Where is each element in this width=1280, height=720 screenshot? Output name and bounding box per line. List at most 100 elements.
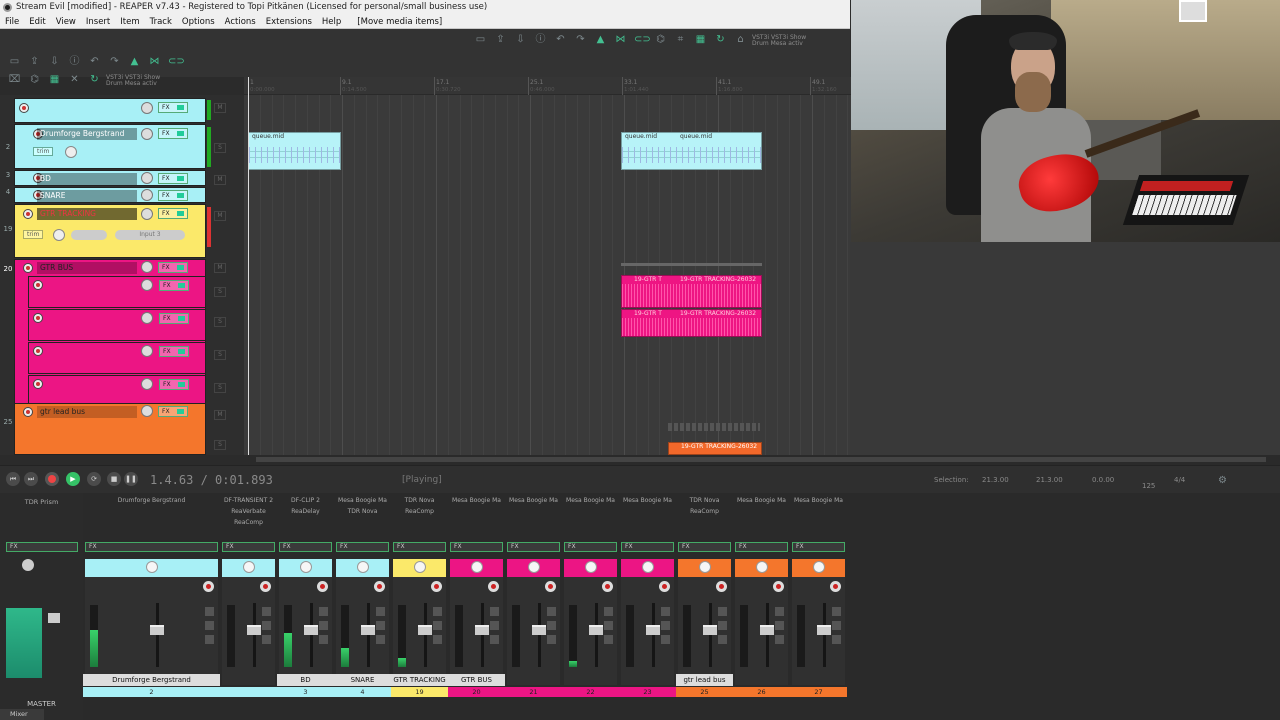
fx-chain-list[interactable]: Mesa Boogie Ma	[619, 495, 676, 506]
midi-item[interactable]: queue.mid	[248, 132, 341, 170]
volume-fader[interactable]	[702, 625, 717, 635]
rate-gear-icon[interactable]: ⚙	[1216, 474, 1229, 487]
loop-icon[interactable]: ↻	[88, 73, 101, 86]
loop-icon-2[interactable]: ↻	[714, 33, 727, 46]
mute-button[interactable]	[775, 607, 784, 616]
phase-button[interactable]	[547, 635, 556, 644]
record-arm-button[interactable]	[23, 407, 33, 417]
crossfade-icon[interactable]: ✕	[68, 73, 81, 86]
fx-button[interactable]: FX	[507, 542, 560, 552]
pan-knob[interactable]	[65, 146, 77, 158]
strip-name[interactable]: Drumforge Bergstrand	[83, 674, 220, 686]
pause-button[interactable]: ❚❚	[124, 472, 138, 486]
pan-knob[interactable]	[242, 561, 255, 573]
volume-knob[interactable]	[141, 208, 153, 220]
fx-button[interactable]: FX	[621, 542, 674, 552]
fx-name[interactable]: TDR Nova	[676, 495, 733, 506]
record-arm-button[interactable]	[23, 209, 33, 219]
pan-knob[interactable]	[755, 561, 768, 573]
fx-button[interactable]: FX	[159, 346, 189, 357]
mixer-tab[interactable]: Mixer	[0, 709, 44, 720]
menu-actions[interactable]: Actions	[220, 15, 261, 28]
record-arm-button[interactable]	[33, 313, 43, 323]
mute-button[interactable]: M	[214, 103, 226, 113]
master-pan-knob[interactable]	[22, 559, 34, 571]
mute-button[interactable]	[490, 607, 499, 616]
record-arm-button[interactable]	[488, 581, 499, 592]
volume-fader[interactable]	[417, 625, 432, 635]
phase-button[interactable]	[718, 635, 727, 644]
stop-button[interactable]: ■	[107, 472, 121, 486]
horizontal-scrollbar[interactable]	[250, 455, 1280, 465]
fx-button[interactable]: FX	[158, 173, 188, 184]
volume-fader[interactable]	[531, 625, 546, 635]
fx-button[interactable]: FX	[158, 208, 188, 219]
phase-button[interactable]	[205, 635, 214, 644]
crossfade-icon-2[interactable]: ⌗	[674, 33, 687, 46]
strip-name[interactable]: GTR TRACKING	[391, 674, 448, 686]
strip-name[interactable]	[790, 674, 847, 686]
record-arm-button[interactable]	[773, 581, 784, 592]
volume-fader[interactable]	[360, 625, 375, 635]
trim-button[interactable]: trim	[33, 147, 54, 156]
record-arm-button[interactable]	[260, 581, 271, 592]
volume-knob[interactable]	[141, 172, 153, 184]
volume-knob[interactable]	[141, 261, 153, 273]
fx-chain-list[interactable]: Mesa Boogie Ma	[733, 495, 790, 506]
record-arm-button[interactable]	[602, 581, 613, 592]
record-arm-button[interactable]	[374, 581, 385, 592]
strip-name[interactable]: SNARE	[334, 674, 391, 686]
record-arm-button[interactable]	[431, 581, 442, 592]
track-22[interactable]: FX	[28, 309, 206, 341]
fx-button[interactable]: FX	[564, 542, 617, 552]
repeat-button[interactable]: ⟳	[87, 472, 101, 486]
redo-icon[interactable]: ↷	[108, 55, 121, 68]
mute-button[interactable]	[205, 607, 214, 616]
time-display[interactable]: 1.4.63 / 0:01.893	[150, 473, 273, 487]
solo-button[interactable]	[547, 621, 556, 630]
volume-fader[interactable]	[645, 625, 660, 635]
bpm-field[interactable]: 125	[1142, 482, 1155, 490]
record-arm-button[interactable]	[830, 581, 841, 592]
vst-shortcut-label-4[interactable]: Drum Mesa activ	[752, 40, 803, 48]
record-arm-button[interactable]	[203, 581, 214, 592]
mute-button[interactable]	[376, 607, 385, 616]
fx-chain-list[interactable]: DF-CLIP 2 ReaDelay	[277, 495, 334, 517]
ripple-edit-icon[interactable]: ⋈	[148, 55, 161, 68]
track-23[interactable]: FX	[28, 342, 206, 374]
pan-knob[interactable]	[812, 561, 825, 573]
volume-knob[interactable]	[141, 128, 153, 140]
track-name[interactable]: BD	[37, 173, 137, 185]
fx-button[interactable]: FX	[158, 406, 188, 417]
track-name[interactable]: SNARE	[37, 190, 137, 202]
audio-item[interactable]: 19-GTR T 19-GTR TRACKING-26032	[621, 275, 762, 308]
pan-knob[interactable]	[698, 561, 711, 573]
fx-name[interactable]: Mesa Boogie Ma	[619, 495, 676, 506]
mute-button[interactable]: M	[214, 263, 226, 273]
track-name[interactable]: gtr lead bus	[37, 406, 137, 418]
grouping-icon-2[interactable]: ⊂⊃	[634, 33, 651, 46]
fx-name[interactable]: Drumforge Bergstrand	[83, 495, 220, 506]
fx-button[interactable]: FX	[159, 313, 189, 324]
selection-end[interactable]: 21.3.00	[1036, 476, 1063, 484]
strip-name[interactable]	[220, 674, 277, 686]
fx-button[interactable]: FX	[159, 379, 189, 390]
volume-fader[interactable]	[246, 625, 261, 635]
mute-button[interactable]: M	[214, 175, 226, 185]
fx-button[interactable]: FX	[158, 190, 188, 201]
pan-knob[interactable]	[53, 229, 65, 241]
mute-button[interactable]	[433, 607, 442, 616]
record-arm-button[interactable]	[33, 346, 43, 356]
project-settings-icon-2[interactable]: ⓘ	[534, 33, 547, 46]
envelope-icon-2[interactable]: ⌬	[654, 33, 667, 46]
fx-button[interactable]: FX	[792, 542, 845, 552]
record-arm-button[interactable]	[19, 103, 29, 113]
solo-button[interactable]	[319, 621, 328, 630]
grouping-icon[interactable]: ⊂⊃	[168, 55, 185, 68]
project-settings-icon[interactable]: ⓘ	[68, 55, 81, 68]
track-2[interactable]: 2 Drumforge Bergstrand FX trim	[6, 124, 206, 169]
phase-button[interactable]	[775, 635, 784, 644]
fx-name[interactable]: ReaComp	[220, 517, 277, 528]
phase-button[interactable]	[376, 635, 385, 644]
volume-fader[interactable]	[149, 625, 164, 635]
